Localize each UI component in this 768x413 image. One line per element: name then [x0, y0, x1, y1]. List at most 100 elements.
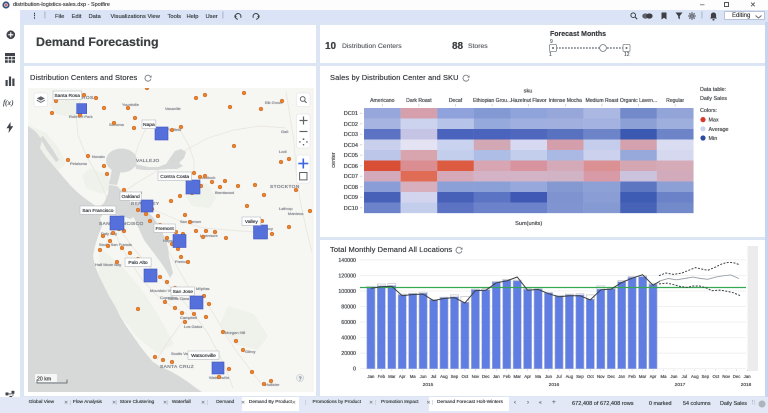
- svg-text:Organic Laven...: Organic Laven...: [620, 98, 657, 104]
- svg-text:Brentwood: Brentwood: [215, 190, 234, 195]
- svg-text:Sep: Sep: [701, 374, 709, 379]
- svg-text:DC10: DC10: [344, 206, 358, 212]
- svg-text:Aug: Aug: [566, 374, 574, 379]
- svg-text:Decaf: Decaf: [449, 98, 463, 104]
- svg-text:Intense Mocha: Intense Mocha: [549, 98, 583, 104]
- svg-text:Palo Alto: Palo Alto: [128, 260, 148, 266]
- svg-text:Jan: Jan: [367, 374, 375, 379]
- svg-text:SANTA CRUZ: SANTA CRUZ: [160, 364, 194, 370]
- svg-text:Min: Min: [709, 136, 718, 142]
- svg-text:center: center: [331, 152, 337, 168]
- svg-text:Contra Costa: Contra Costa: [160, 174, 189, 180]
- svg-text:Jun: Jun: [670, 374, 678, 379]
- svg-text:Nov: Nov: [597, 374, 605, 379]
- svg-text:Oct: Oct: [712, 374, 719, 379]
- svg-text:Lodi: Lodi: [279, 149, 287, 154]
- svg-text:60000: 60000: [341, 320, 356, 326]
- svg-text:Colors:: Colors:: [700, 108, 717, 114]
- svg-text:Morgan Hill: Morgan Hill: [225, 330, 245, 335]
- svg-text:Nov: Nov: [722, 374, 730, 379]
- svg-text:Regular: Regular: [666, 98, 684, 104]
- svg-text:DC09: DC09: [344, 195, 358, 201]
- svg-text:Apr: Apr: [524, 374, 531, 379]
- svg-text:Jan: Jan: [744, 374, 752, 379]
- svg-text:Vacaville: Vacaville: [165, 106, 181, 111]
- svg-text:Americano: Americano: [370, 98, 395, 104]
- svg-text:Jun: Jun: [420, 374, 428, 379]
- svg-text:20 km: 20 km: [37, 377, 51, 383]
- svg-text:120000: 120000: [338, 274, 356, 280]
- svg-text:Hollister: Hollister: [265, 382, 280, 387]
- svg-text:Manteca: Manteca: [288, 211, 304, 216]
- svg-text:Novato: Novato: [92, 154, 105, 159]
- svg-text:Gilroy: Gilroy: [245, 349, 255, 354]
- svg-text:Jun: Jun: [545, 374, 553, 379]
- svg-text:DC08: DC08: [344, 185, 358, 191]
- svg-text:DC03: DC03: [344, 132, 358, 138]
- svg-text:Scotts Val: Scotts Val: [171, 351, 189, 356]
- svg-text:Ma: Ma: [661, 374, 668, 379]
- svg-text:Hazelnut Flavor: Hazelnut Flavor: [511, 98, 547, 104]
- svg-text:Mar: Mar: [513, 374, 521, 379]
- svg-text:140000: 140000: [338, 258, 356, 264]
- svg-text:DC07: DC07: [344, 174, 358, 180]
- svg-text:Los Gatos: Los Gatos: [184, 324, 202, 329]
- svg-text:DC05: DC05: [344, 153, 358, 159]
- svg-text:Oct: Oct: [462, 374, 469, 379]
- svg-text:Sonoma: Sonoma: [109, 122, 125, 127]
- svg-text:0: 0: [353, 367, 356, 373]
- svg-text:80000: 80000: [341, 305, 356, 311]
- svg-text:Medium Roast: Medium Roast: [585, 98, 618, 104]
- svg-text:Mar: Mar: [639, 374, 647, 379]
- svg-text:San Francisco: San Francisco: [82, 208, 114, 214]
- svg-text:100000: 100000: [338, 289, 356, 295]
- svg-text:Sep: Sep: [451, 374, 459, 379]
- svg-text:Feb: Feb: [503, 374, 511, 379]
- svg-text:Mar: Mar: [388, 374, 396, 379]
- svg-text:Jan: Jan: [618, 374, 626, 379]
- svg-text:Sum(units): Sum(units): [515, 221, 542, 227]
- svg-text:Dark Roast: Dark Roast: [406, 98, 432, 104]
- svg-text:Feb: Feb: [628, 374, 636, 379]
- svg-text:DC02: DC02: [344, 122, 358, 128]
- svg-text:Dec: Dec: [733, 374, 741, 379]
- svg-text:Valley: Valley: [245, 219, 259, 225]
- svg-text:Jan: Jan: [493, 374, 501, 379]
- svg-text:?: ?: [299, 376, 302, 382]
- svg-text:Sep: Sep: [576, 374, 584, 379]
- svg-text:Feb: Feb: [378, 374, 386, 379]
- svg-text:South San Francis: South San Francis: [99, 242, 132, 247]
- svg-text:Jul: Jul: [556, 374, 562, 379]
- svg-text:Data table:: Data table:: [700, 87, 726, 93]
- svg-text:Yountville: Yountville: [122, 102, 140, 107]
- svg-text:VALLEJO: VALLEJO: [136, 158, 160, 164]
- svg-text:Daily Sales: Daily Sales: [700, 96, 727, 102]
- svg-text:2015: 2015: [423, 382, 434, 388]
- svg-text:Aug: Aug: [691, 374, 699, 379]
- svg-text:Petaluma: Petaluma: [70, 161, 88, 166]
- svg-text:2016: 2016: [549, 382, 560, 388]
- svg-text:Ma: Ma: [410, 374, 417, 379]
- svg-text:2017: 2017: [675, 382, 686, 388]
- svg-text:San Jose: San Jose: [173, 289, 194, 295]
- svg-text:Cupertino: Cupertino: [160, 295, 178, 300]
- svg-text:20000: 20000: [341, 351, 356, 357]
- svg-text:Santa Rosa: Santa Rosa: [54, 93, 80, 99]
- svg-text:Average: Average: [709, 127, 729, 133]
- svg-text:Milpitas: Milpitas: [196, 286, 210, 291]
- svg-text:Lathrop: Lathrop: [279, 206, 293, 211]
- svg-text:DC06: DC06: [344, 164, 358, 170]
- svg-text:2018: 2018: [741, 382, 752, 388]
- svg-text:Fremont: Fremont: [155, 226, 174, 232]
- svg-text:40000: 40000: [341, 336, 356, 342]
- svg-text:sku: sku: [524, 89, 533, 95]
- svg-text:Jul: Jul: [682, 374, 688, 379]
- svg-text:Ethiopian Grou...: Ethiopian Grou...: [473, 98, 511, 104]
- svg-text:Jul: Jul: [431, 374, 437, 379]
- svg-text:Max: Max: [709, 118, 719, 124]
- svg-text:Dec: Dec: [482, 374, 490, 379]
- svg-text:Watsonville: Watsonville: [191, 353, 216, 359]
- svg-text:Galt: Galt: [281, 129, 289, 134]
- svg-text:Aug: Aug: [440, 374, 448, 379]
- svg-text:Apr: Apr: [650, 374, 657, 379]
